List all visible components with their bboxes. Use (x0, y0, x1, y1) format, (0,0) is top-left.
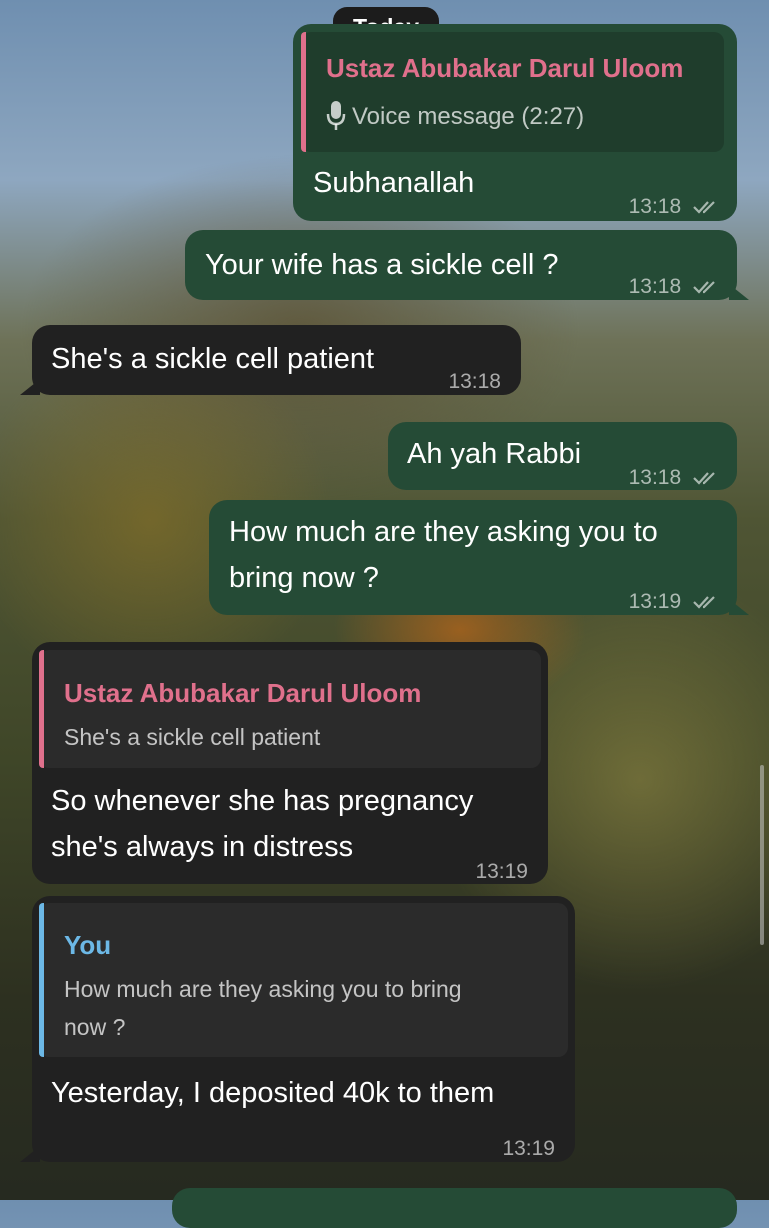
microphone-icon (326, 99, 346, 135)
reply-text-line: now ? (64, 1014, 126, 1040)
message-text: Ah yah Rabbi (407, 438, 582, 470)
message-bubble-outgoing-partial[interactable] (172, 1188, 737, 1228)
message-bubble-outgoing[interactable]: Your wife has a sickle cell ? 13:18 (185, 230, 749, 300)
reply-bar (39, 650, 44, 768)
reply-preview[interactable]: You How much are they asking you to brin… (39, 903, 568, 1057)
message-bubble-incoming[interactable]: You How much are they asking you to brin… (20, 896, 575, 1162)
message-meta: 13:18 (629, 264, 719, 310)
message-text-line: she's always in distress (51, 831, 354, 863)
reply-sender-name: Ustaz Abubakar Darul Uloom (326, 53, 684, 83)
message-time: 13:19 (628, 590, 682, 613)
reply-bar (39, 903, 44, 1057)
message-text-line: bring now ? (229, 562, 379, 594)
message-bubble-outgoing[interactable]: Ustaz Abubakar Darul Uloom Voice message… (293, 24, 737, 221)
message-meta: 13:18 (629, 455, 719, 501)
reply-preview[interactable]: Ustaz Abubakar Darul Uloom She's a sickl… (39, 650, 541, 768)
double-check-icon (693, 201, 715, 215)
message-time: 13:18 (628, 466, 682, 489)
message-time: 13:18 (628, 195, 682, 218)
reply-bar (301, 32, 306, 152)
message-text: She's a sickle cell patient (51, 343, 375, 375)
message-time: 13:19 (475, 860, 528, 883)
message-time: 13:18 (628, 275, 682, 298)
reply-preview[interactable]: Ustaz Abubakar Darul Uloom Voice message… (301, 32, 724, 152)
message-meta: 13:19 (629, 579, 719, 625)
message-meta: 13:18 (629, 184, 719, 230)
message-bubble-outgoing[interactable]: Ah yah Rabbi 13:18 (388, 422, 737, 490)
message-text: Yesterday, I deposited 40k to them (51, 1077, 495, 1109)
reply-sender-name: You (64, 930, 112, 960)
message-text-line: So whenever she has pregnancy (51, 785, 474, 817)
double-check-icon (693, 596, 715, 610)
double-check-icon (693, 472, 715, 486)
reply-sender-name: Ustaz Abubakar Darul Uloom (64, 678, 422, 708)
message-text: Subhanallah (313, 167, 475, 199)
double-check-icon (693, 281, 715, 295)
message-bubble-incoming[interactable]: She's a sickle cell patient 13:18 (20, 325, 521, 395)
scrollbar[interactable] (760, 765, 764, 945)
reply-text-line: How much are they asking you to bring (64, 976, 462, 1002)
message-text: Your wife has a sickle cell ? (205, 249, 559, 281)
message-time: 13:18 (448, 370, 501, 393)
message-text-line: How much are they asking you to (229, 516, 658, 548)
message-bubble-incoming[interactable]: Ustaz Abubakar Darul Uloom She's a sickl… (32, 642, 548, 884)
message-bubble-outgoing[interactable]: How much are they asking you to bring no… (209, 500, 749, 615)
reply-text: Voice message (2:27) (352, 103, 585, 130)
message-time: 13:19 (502, 1137, 555, 1160)
reply-text: She's a sickle cell patient (64, 724, 321, 750)
